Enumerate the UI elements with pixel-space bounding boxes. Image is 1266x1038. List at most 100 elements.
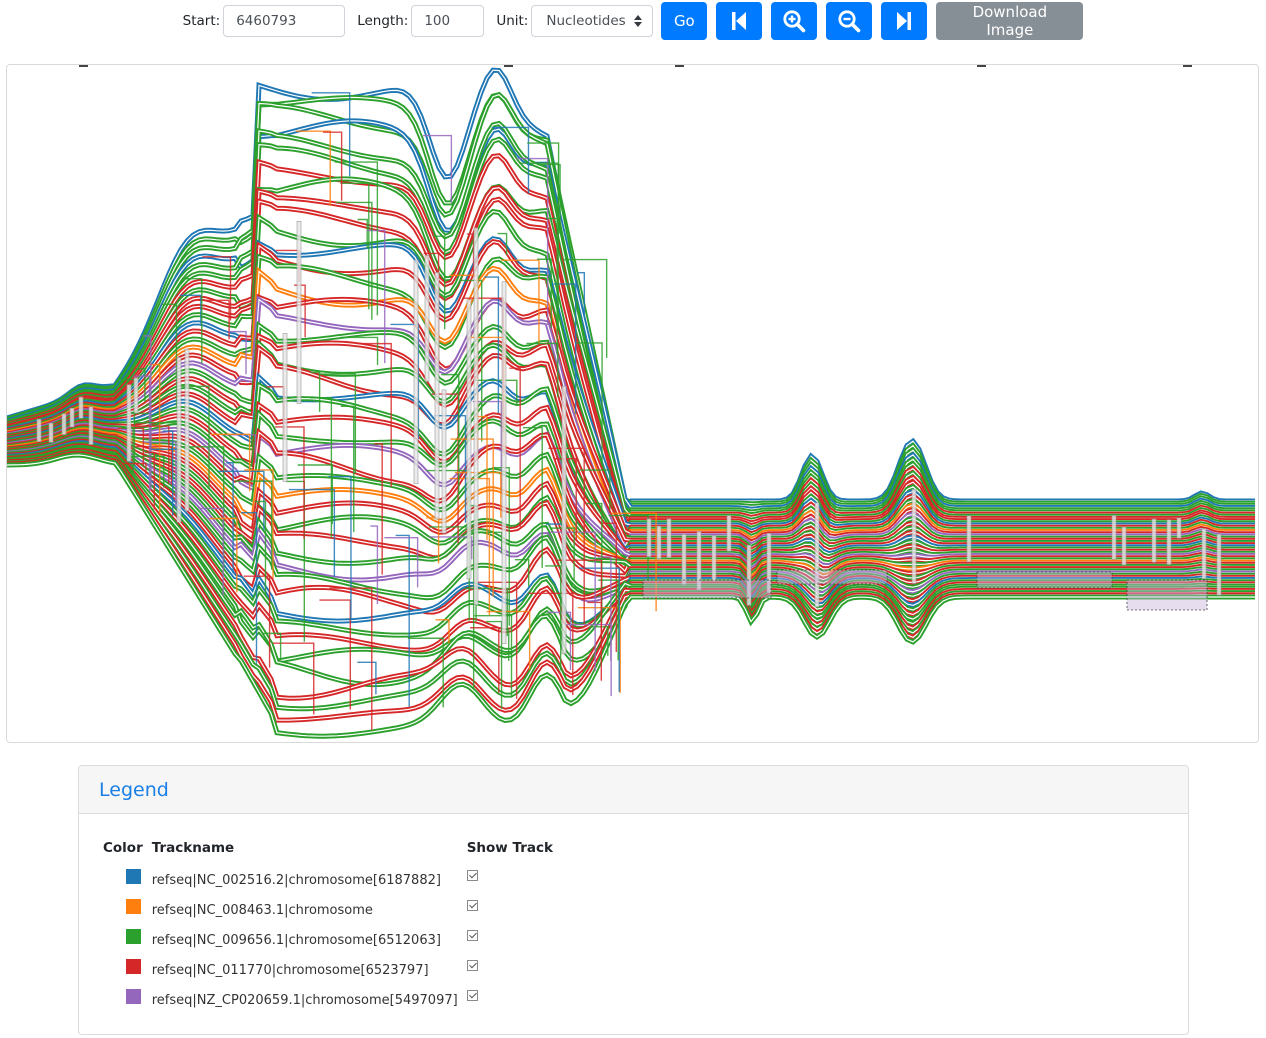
skip-forward-icon [897,12,912,30]
graph-node[interactable] [441,389,447,534]
graph-node[interactable] [666,518,672,558]
track-color-swatch [126,928,141,944]
graph-node[interactable] [1111,515,1117,560]
legend-header: Legend [79,766,1188,814]
show-track-checkbox[interactable] [466,929,478,941]
step-forward-button[interactable] [881,2,928,40]
start-input-value: 6460793 [236,13,297,29]
graph-node[interactable] [88,406,94,445]
tube-map-svg[interactable] [7,65,1259,743]
position-tick [977,65,986,67]
variant-edge [357,661,377,695]
track-name: refseq|NC_011770|chromosome[6523797] [151,962,429,978]
graph-node[interactable] [413,259,419,485]
track-name: refseq|NC_002516.2|chromosome[6187882] [151,872,441,888]
graph-node[interactable] [424,255,430,382]
long-node[interactable] [1126,579,1208,611]
long-node[interactable] [642,579,772,599]
path-bundle [7,67,1255,739]
show-track-checkbox[interactable] [466,899,478,911]
navigation-toolbar: Start: 6460793 Length: 100 Unit: Nucleot… [0,0,1266,42]
graph-node[interactable] [681,534,687,585]
start-input[interactable]: 6460793 [223,5,346,37]
select-arrows-icon [634,15,643,27]
length-label: Length: [357,13,409,29]
length-input[interactable]: 100 [411,5,485,37]
graph-node[interactable] [911,488,917,584]
legend-row: refseq|NZ_CP020659.1|chromosome[5497097] [99,985,558,1015]
graph-node[interactable] [282,333,288,482]
graph-node[interactable] [501,281,507,644]
position-tick [1183,65,1192,67]
graph-node[interactable] [296,220,302,404]
track-name: refseq|NZ_CP020659.1|chromosome[5497097] [151,992,458,1008]
show-track-checkbox[interactable] [466,989,478,1001]
graph-node[interactable] [126,384,132,462]
graph-node[interactable] [61,413,67,435]
unit-label: Unit: [496,13,529,29]
zoom-in-button[interactable] [771,2,818,40]
graph-node[interactable] [656,525,662,559]
position-tick [504,65,513,67]
graph-node[interactable] [184,348,190,512]
graph-node[interactable] [1121,526,1127,566]
graph-node[interactable] [1201,528,1207,579]
zoom-in-icon [783,10,806,33]
zoom-out-button[interactable] [826,2,873,40]
graph-node[interactable] [78,396,84,419]
track-name: refseq|NC_009656.1|chromosome[6512063] [151,932,441,948]
graph-node[interactable] [176,357,182,523]
legend-row: refseq|NC_009656.1|chromosome[6512063] [99,925,558,955]
track-color-swatch [126,868,141,884]
variant-edge [374,443,383,575]
graph-node[interactable] [1216,533,1222,596]
column-header-trackname: Trackname [151,840,235,856]
unit-select-value: Nucleotides [546,13,626,29]
skip-backward-icon [732,12,747,30]
graph-node[interactable] [69,407,75,428]
position-tick [79,65,88,67]
graph-node[interactable] [726,515,732,552]
graph-node[interactable] [711,535,717,582]
long-node[interactable] [776,569,888,585]
show-track-checkbox[interactable] [466,869,478,881]
position-tick [675,65,684,67]
track-color-swatch [126,898,141,914]
unit-select[interactable]: Nucleotides [531,5,654,37]
download-image-button[interactable]: Download Image [936,2,1084,40]
start-label: Start: [182,13,221,29]
graph-node[interactable] [561,385,567,655]
graph-node[interactable] [1151,518,1157,563]
graph-node[interactable] [48,422,54,443]
graph-node[interactable] [466,299,472,580]
go-button[interactable]: Go [661,2,708,40]
legend-table: Color Trackname Show Track refseq|NC_002… [99,838,558,1015]
legend-title: Legend [99,778,169,801]
legend-row: refseq|NC_008463.1|chromosome [99,895,558,925]
graph-node[interactable] [966,515,972,563]
tube-map-graph[interactable] [6,64,1259,743]
legend-panel: Legend Color Trackname Show Track refseq… [78,765,1189,1035]
graph-node[interactable] [646,518,652,557]
track-color-swatch [126,958,141,974]
graph-node[interactable] [1176,517,1182,539]
track-name: refseq|NC_008463.1|chromosome [151,902,373,918]
graph-node[interactable] [434,272,440,520]
graph-node[interactable] [36,418,42,442]
show-track-checkbox[interactable] [466,959,478,971]
zoom-out-icon [838,10,861,33]
column-header-color: Color [103,840,143,856]
graph-node[interactable] [473,227,479,606]
legend-row: refseq|NC_002516.2|chromosome[6187882] [99,865,558,895]
column-header-show-track: Show Track [466,840,553,856]
track-color-swatch [126,988,141,1004]
graph-node[interactable] [814,502,820,608]
step-backward-button[interactable] [716,2,763,40]
graph-node[interactable] [1166,519,1172,565]
variant-edge [323,131,343,201]
variant-edge [275,426,305,539]
legend-row: refseq|NC_011770|chromosome[6523797] [99,955,558,985]
long-node[interactable] [976,571,1113,589]
graph-node[interactable] [133,377,139,414]
length-input-value: 100 [424,13,451,29]
